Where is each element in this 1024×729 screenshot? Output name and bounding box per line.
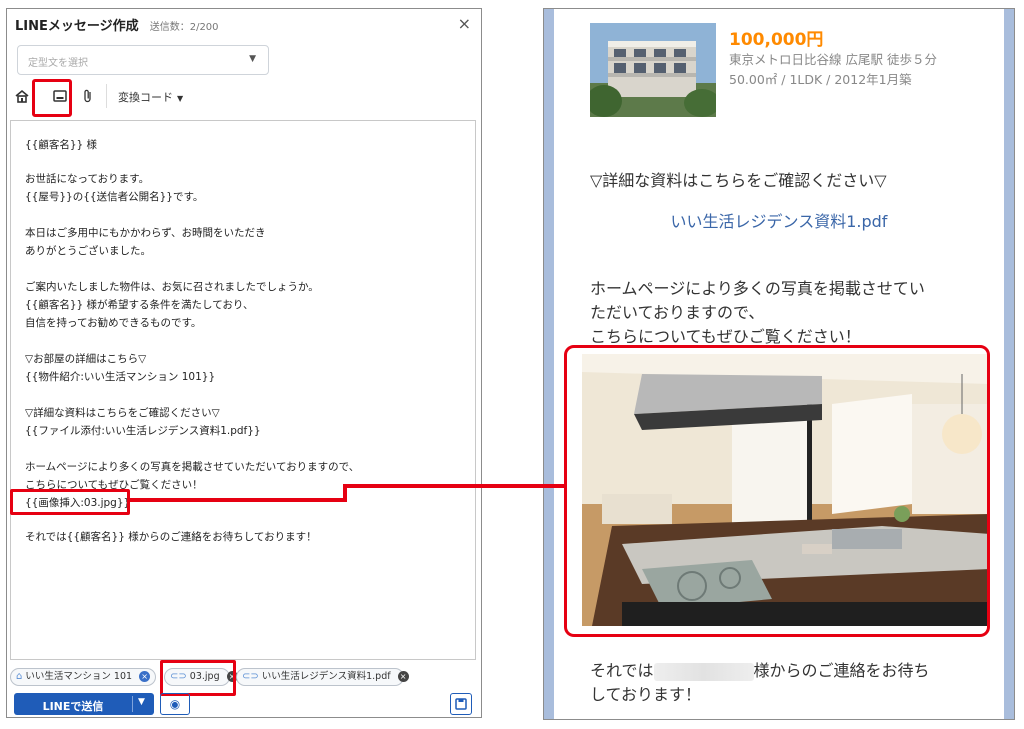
eye-icon: ◉ bbox=[169, 697, 181, 711]
highlight-image-chip bbox=[160, 660, 236, 696]
line-preview-panel: 100,000円 東京メトロ日比谷線 広尾駅 徒歩５分 50.00㎡ / 1LD… bbox=[543, 8, 1015, 720]
composer-header: LINEメッセージ作成 送信数：2/200 × bbox=[15, 14, 473, 35]
attachment-chips: ⌂ いい生活マンション 101 × ⊂⊃ 03.jpg × ⊂⊃ いい生活レジデ… bbox=[10, 668, 470, 688]
blurred-customer-name bbox=[653, 662, 754, 681]
highlight-image-button bbox=[32, 79, 72, 117]
save-draft-button[interactable] bbox=[450, 693, 472, 715]
closing-text-after: 様からのご連絡をお待ち bbox=[753, 661, 930, 680]
editor-line: ありがとうございました。 bbox=[25, 245, 151, 257]
highlight-inserted-photo bbox=[564, 345, 990, 637]
editor-line: ご案内いたしました物件は、お気に召されましたでしょうか。 bbox=[25, 281, 319, 293]
preview-button[interactable]: ◉ bbox=[160, 693, 190, 715]
highlight-image-tag bbox=[10, 489, 130, 515]
editor-line: お世話になっております。 bbox=[25, 173, 150, 185]
editor-line: ▽お部屋の詳細はこちら▽ bbox=[25, 353, 147, 365]
editor-line: 本日はご多用中にもかかわらず、お時間をいただき bbox=[25, 227, 266, 239]
editor-line: {{屋号}}の{{送信者公開名}}です。 bbox=[25, 191, 204, 203]
remove-attachment-icon[interactable]: × bbox=[397, 671, 409, 682]
editor-line: {{ファイル添付:いい生活レジデンス資料1.pdf}} bbox=[25, 425, 261, 437]
editor-line: {{顧客名}} 様が希望する条件を満たしており、 bbox=[25, 299, 254, 311]
toolbar-divider bbox=[106, 84, 107, 108]
editor-line: ▽詳細な資料はこちらをご確認ください▽ bbox=[25, 407, 220, 419]
editor-toolbar: 変換コード ▼ bbox=[10, 82, 470, 112]
property-insert-icon[interactable] bbox=[14, 88, 30, 104]
closing-text: しております！ bbox=[590, 685, 702, 704]
attachment-chip-pdf[interactable]: ⊂⊃ いい生活レジデンス資料1.pdf × bbox=[236, 668, 409, 686]
docs-heading: ▽詳細な資料はこちらをご確認ください▽ bbox=[590, 171, 887, 190]
editor-line: ホームページにより多くの写真を掲載させていただいておりますので、 bbox=[25, 461, 360, 473]
chevron-down-icon: ▼ bbox=[177, 94, 184, 103]
remove-attachment-icon[interactable]: × bbox=[139, 671, 151, 682]
send-button-divider bbox=[132, 696, 133, 712]
house-icon: ⌂ bbox=[16, 671, 23, 682]
property-thumbnail bbox=[590, 23, 716, 117]
convert-code-label: 変換コード bbox=[118, 91, 173, 104]
message-text: ただいておりますので、 bbox=[590, 303, 765, 322]
message-editor[interactable]: {{顧客名}} 様 お世話になっております。 {{屋号}}の{{送信者公開名}}… bbox=[10, 120, 476, 660]
editor-line: {{顧客名}} 様 bbox=[25, 139, 98, 151]
closing-text: それでは 様からのご連絡をお待ち bbox=[590, 657, 930, 681]
close-icon[interactable]: × bbox=[458, 14, 471, 33]
property-access: 東京メトロ日比谷線 広尾駅 徒歩５分 bbox=[729, 52, 937, 67]
property-spec: 50.00㎡ / 1LDK / 2012年1月築 bbox=[729, 72, 912, 87]
message-text: こちらについてもぜひご覧ください！ bbox=[590, 327, 861, 346]
send-count: 送信数：2/200 bbox=[149, 22, 219, 33]
editor-line: それでは{{顧客名}} 様からのご連絡をお待ちしております！ bbox=[25, 531, 317, 543]
editor-line: {{物件紹介:いい生活マンション 101}} bbox=[25, 371, 216, 383]
template-select[interactable]: 定型文を選択 ▼ bbox=[17, 45, 269, 75]
composer-title: LINEメッセージ作成 bbox=[15, 19, 139, 34]
template-placeholder: 定型文を選択 bbox=[28, 58, 88, 69]
floppy-disk-icon bbox=[455, 698, 467, 710]
editor-line: 自信を持ってお勧めできるものです。 bbox=[25, 317, 202, 329]
link-icon: ⊂⊃ bbox=[242, 671, 259, 682]
attachment-chip-label: いい生活マンション 101 bbox=[25, 671, 133, 682]
paperclip-icon[interactable] bbox=[80, 88, 96, 104]
message-text: ホームページにより多くの写真を掲載させてい bbox=[590, 279, 925, 298]
chevron-down-icon: ▼ bbox=[249, 54, 256, 64]
line-send-button[interactable]: LINEで送信 ▼ bbox=[14, 693, 154, 715]
pdf-link[interactable]: いい生活レジデンス資料1.pdf bbox=[554, 208, 1004, 232]
chevron-down-icon[interactable]: ▼ bbox=[138, 697, 145, 707]
property-price: 100,000円 bbox=[729, 30, 824, 50]
convert-code-dropdown[interactable]: 変換コード ▼ bbox=[118, 89, 183, 105]
closing-text-before: それでは bbox=[590, 661, 654, 680]
send-button-label: LINEで送信 bbox=[42, 700, 104, 713]
attachment-chip-label: いい生活レジデンス資料1.pdf bbox=[261, 671, 391, 682]
attachment-chip-property[interactable]: ⌂ いい生活マンション 101 × bbox=[10, 668, 156, 686]
